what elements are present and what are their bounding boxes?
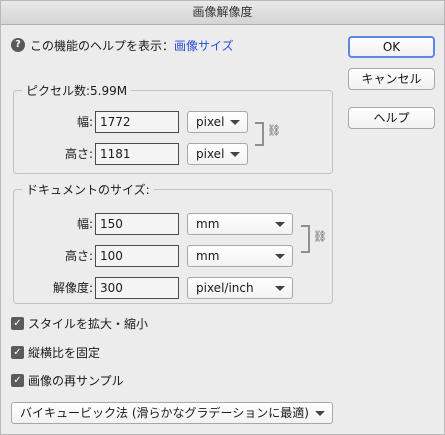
document-size-label: ドキュメントのサイズ:	[22, 181, 154, 198]
chevron-down-icon	[230, 120, 240, 125]
pixel-height-input[interactable]: 1181	[95, 143, 179, 165]
pixel-width-unit-value: pixel	[196, 115, 225, 129]
resolution-label: 解像度:	[52, 281, 93, 295]
resample-method-value: バイキュービック法 (滑らかなグラデーションに最適)	[20, 406, 309, 420]
window-title: 画像解像度	[1, 1, 444, 25]
scale-styles-option[interactable]: ✓ スタイルを拡大・縮小	[11, 315, 148, 331]
pixel-width-label: 幅:	[76, 115, 93, 129]
image-size-dialog: 画像解像度 ? この機能のヘルプを表示： 画像サイズ OK キャンセル ヘルプ …	[0, 0, 445, 435]
doc-width-unit-select[interactable]: mm	[187, 213, 293, 235]
help-link[interactable]: 画像サイズ	[174, 37, 234, 54]
pixel-height-unit-value: pixel	[196, 147, 225, 161]
help-line: ? この機能のヘルプを表示： 画像サイズ	[11, 37, 234, 53]
doc-link-bracket	[301, 225, 310, 253]
doc-height-input[interactable]: 100	[95, 245, 179, 267]
help-icon: ?	[11, 38, 25, 52]
chevron-down-icon	[275, 286, 285, 291]
doc-height-unit-value: mm	[196, 249, 220, 263]
scale-styles-checkbox[interactable]: ✓	[11, 316, 24, 330]
chain-link-icon: ⛓	[267, 124, 281, 137]
chain-link-icon: ⛓	[313, 230, 327, 243]
pixel-width-unit-select[interactable]: pixel	[187, 111, 248, 133]
resample-method-select[interactable]: バイキュービック法 (滑らかなグラデーションに最適)	[11, 402, 333, 424]
pixel-height-unit-select[interactable]: pixel	[187, 143, 248, 165]
pixel-height-label: 高さ:	[64, 147, 93, 161]
resolution-unit-value: pixel/inch	[196, 281, 254, 295]
help-prefix: この機能のヘルプを表示：	[30, 38, 175, 53]
resample-label: 画像の再サンプル	[28, 373, 124, 388]
scale-styles-label: スタイルを拡大・縮小	[28, 316, 149, 331]
doc-height-label: 高さ:	[64, 249, 93, 263]
doc-width-unit-value: mm	[196, 217, 220, 231]
pixel-dimensions-label: ピクセル数:5.99M	[22, 82, 132, 99]
resolution-input[interactable]: 300	[95, 277, 179, 299]
doc-width-input[interactable]: 150	[95, 213, 179, 235]
doc-width-label: 幅:	[76, 217, 93, 231]
resolution-unit-select[interactable]: pixel/inch	[187, 277, 293, 299]
doc-height-unit-select[interactable]: mm	[187, 245, 293, 267]
constrain-proportions-option[interactable]: ✓ 縦横比を固定	[11, 344, 100, 360]
pixel-link-bracket	[255, 122, 264, 146]
chevron-down-icon	[275, 222, 285, 227]
resample-option[interactable]: ✓ 画像の再サンプル	[11, 372, 124, 388]
constrain-proportions-checkbox[interactable]: ✓	[11, 345, 24, 359]
pixel-width-input[interactable]: 1772	[95, 111, 179, 133]
ok-button[interactable]: OK	[348, 36, 435, 58]
chevron-down-icon	[315, 411, 325, 416]
chevron-down-icon	[230, 152, 240, 157]
help-button[interactable]: ヘルプ	[348, 107, 435, 129]
constrain-proportions-label: 縦横比を固定	[28, 345, 101, 360]
resample-checkbox[interactable]: ✓	[11, 373, 24, 387]
chevron-down-icon	[275, 254, 285, 259]
cancel-button[interactable]: キャンセル	[348, 68, 435, 90]
